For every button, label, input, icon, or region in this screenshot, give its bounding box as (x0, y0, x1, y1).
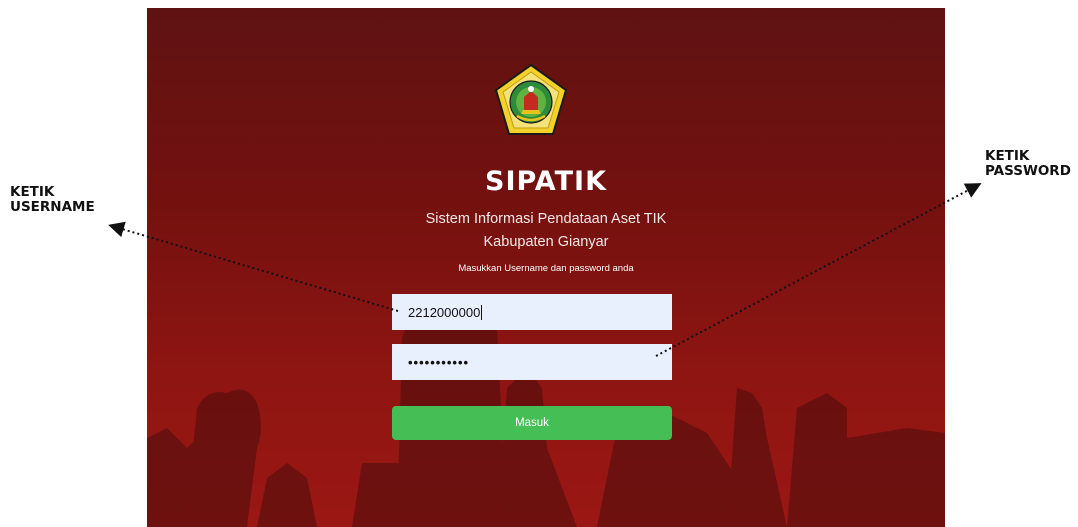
app-title: SIPATIK (485, 166, 607, 197)
annotation-username: KETIK USERNAME (10, 185, 95, 215)
gianyar-emblem-logo (494, 63, 568, 135)
app-subtitle: Sistem Informasi Pendataan Aset TIK (425, 211, 667, 227)
password-masked-value: ••••••••••• (408, 354, 470, 370)
username-input[interactable]: 2212000000 (392, 294, 672, 330)
annotation-password: KETIK PASSWORD (985, 149, 1071, 179)
annotation-username-line2: USERNAME (10, 199, 95, 215)
annotation-password-line1: KETIK (985, 148, 1030, 164)
app-region: Kabupaten Gianyar (483, 234, 609, 250)
login-button-label: Masuk (515, 417, 549, 429)
username-value: 2212000000 (408, 304, 481, 320)
password-input[interactable]: ••••••••••• (392, 344, 672, 380)
login-instruction: Masukkan Username dan password anda (458, 263, 634, 274)
text-caret (481, 304, 483, 320)
login-panel: SIPATIK Sistem Informasi Pendataan Aset … (147, 8, 945, 527)
login-button[interactable]: Masuk (392, 406, 672, 440)
annotation-password-line2: PASSWORD (985, 163, 1071, 179)
annotation-username-line1: KETIK (10, 184, 55, 200)
